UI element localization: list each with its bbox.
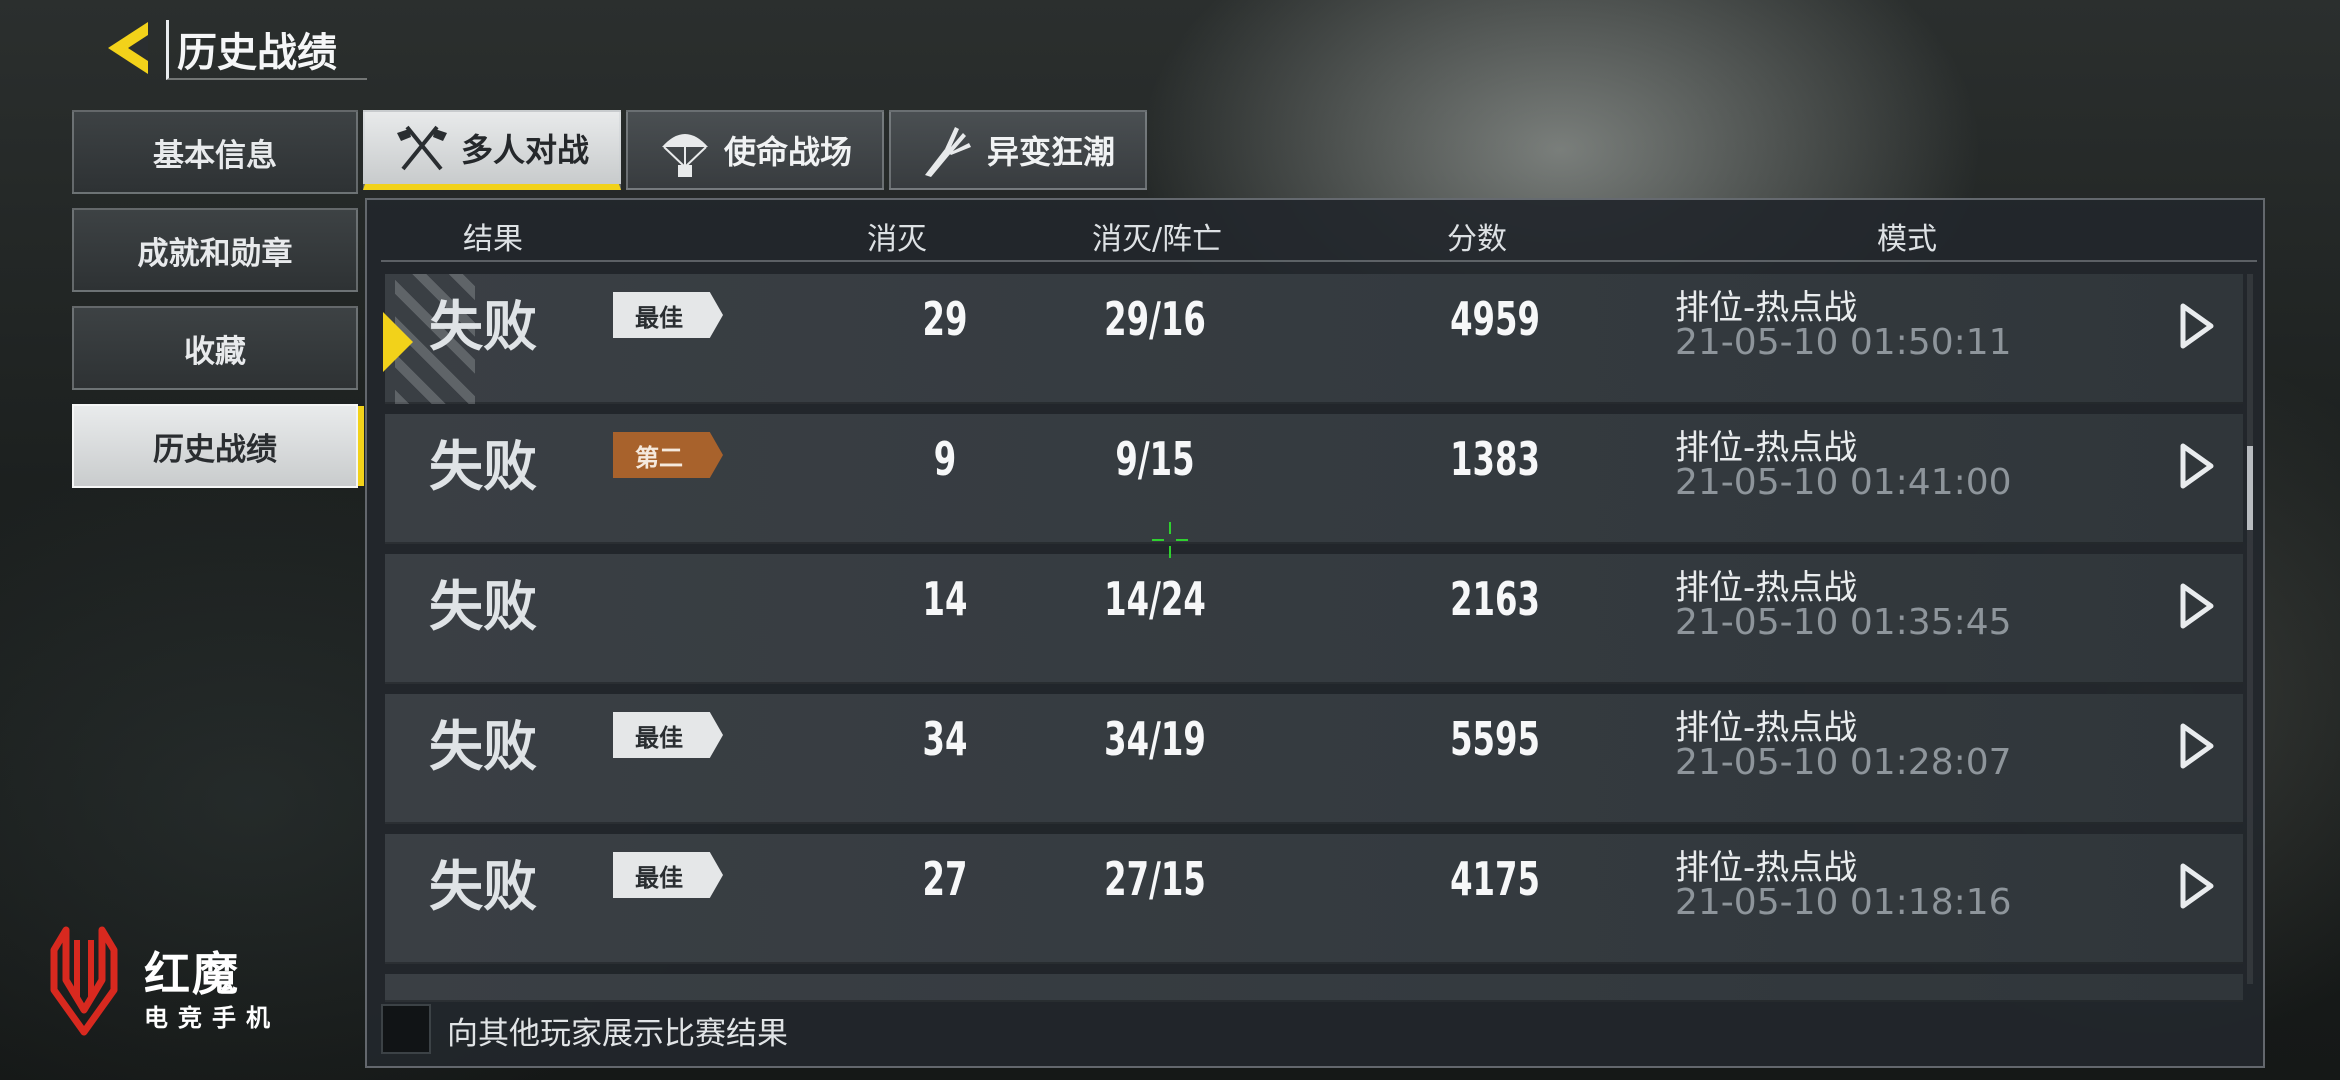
tab-battle-royale-label: 使命战场 <box>724 133 853 171</box>
result-text: 失败 <box>429 855 537 918</box>
table-row[interactable]: 失败 14 14/24 2163 排位-热点战 21-05-10 01:35:4… <box>385 554 2243 684</box>
column-header-result: 结果 <box>463 222 523 257</box>
crossed-flags-icon <box>393 119 451 177</box>
play-icon[interactable] <box>2177 862 2217 910</box>
score-value: 4959 <box>1450 292 1540 346</box>
crosshair-icon <box>1152 522 1188 558</box>
tab-multiplayer-label: 多人对战 <box>461 131 590 169</box>
match-history-panel: 结果 消灭 消灭/阵亡 分数 模式 失败 最佳 29 29/16 4959 排位… <box>365 198 2265 1068</box>
play-icon[interactable] <box>2177 582 2217 630</box>
scrollbar-track[interactable] <box>2247 274 2253 984</box>
column-header-score: 分数 <box>1447 222 1507 257</box>
timestamp: 21-05-10 01:35:45 <box>1675 602 2012 643</box>
share-results-checkbox[interactable] <box>381 1004 431 1054</box>
scrollbar-thumb[interactable] <box>2247 446 2253 530</box>
kills-value: 27 <box>922 852 968 906</box>
timestamp: 21-05-10 01:28:07 <box>1675 742 2012 783</box>
play-icon[interactable] <box>2177 722 2217 770</box>
play-icon[interactable] <box>2177 442 2217 490</box>
result-text: 失败 <box>429 715 537 778</box>
result-text: 失败 <box>429 575 537 638</box>
score-value: 2163 <box>1450 572 1540 626</box>
result-text: 失败 <box>429 435 537 498</box>
page-title: 历史战绩 <box>166 20 367 80</box>
mvp-badge: 最佳 <box>613 292 723 338</box>
result-text: 失败 <box>429 295 537 358</box>
runner-up-badge: 第二 <box>613 432 723 478</box>
table-row-partial[interactable] <box>385 974 2243 1002</box>
sidebar-item-achievements[interactable]: 成就和勋章 <box>72 208 358 292</box>
column-header-kills: 消灭 <box>867 222 927 257</box>
tab-battle-royale[interactable]: 使命战场 <box>626 110 884 190</box>
sidebar-item-basic-info[interactable]: 基本信息 <box>72 110 358 194</box>
brand-name: 红魔 <box>144 947 240 1001</box>
score-value: 4175 <box>1450 852 1540 906</box>
column-header-mode: 模式 <box>1877 222 1937 257</box>
tab-multiplayer[interactable]: 多人对战 <box>363 110 621 190</box>
timestamp: 21-05-10 01:41:00 <box>1675 462 2012 503</box>
kd-value: 29/16 <box>1104 292 1206 346</box>
table-row[interactable]: 失败 最佳 27 27/15 4175 排位-热点战 21-05-10 01:1… <box>385 834 2243 964</box>
play-icon[interactable] <box>2177 302 2217 350</box>
back-arrow-icon <box>108 22 148 74</box>
parachute-icon <box>656 121 714 179</box>
sidebar-item-collection[interactable]: 收藏 <box>72 306 358 390</box>
timestamp: 21-05-10 01:18:16 <box>1675 882 2012 923</box>
selected-row-marker <box>383 312 413 372</box>
table-row[interactable]: 失败 最佳 29 29/16 4959 排位-热点战 21-05-10 01:5… <box>383 274 2243 404</box>
score-value: 5595 <box>1450 712 1540 766</box>
kills-value: 34 <box>922 712 968 766</box>
column-header-kd: 消灭/阵亡 <box>1092 222 1223 257</box>
kd-value: 34/19 <box>1104 712 1206 766</box>
kd-value: 9/15 <box>1115 432 1195 486</box>
kd-value: 14/24 <box>1104 572 1206 626</box>
header-divider <box>381 260 2257 262</box>
table-row[interactable]: 失败 最佳 34 34/19 5595 排位-热点战 21-05-10 01:2… <box>385 694 2243 824</box>
sidebar: 基本信息 成就和勋章 收藏 历史战绩 <box>72 110 364 502</box>
share-results-label: 向其他玩家展示比赛结果 <box>447 1016 788 1052</box>
claw-arm-icon <box>919 121 977 179</box>
tab-undead-siege[interactable]: 异变狂潮 <box>889 110 1147 190</box>
mvp-badge: 最佳 <box>613 852 723 898</box>
brand-subtitle: 电竞手机 <box>144 1004 280 1032</box>
back-button[interactable] <box>104 16 168 80</box>
table-row[interactable]: 失败 第二 9 9/15 1383 排位-热点战 21-05-10 01:41:… <box>385 414 2243 544</box>
match-list: 失败 最佳 29 29/16 4959 排位-热点战 21-05-10 01:5… <box>383 274 2243 1002</box>
kills-value: 29 <box>922 292 968 346</box>
kills-value: 14 <box>922 572 968 626</box>
mode-tabs: 多人对战 使命战场 异变狂潮 <box>363 110 1152 190</box>
kills-value: 9 <box>933 432 957 486</box>
kd-value: 27/15 <box>1104 852 1206 906</box>
tab-undead-siege-label: 异变狂潮 <box>987 133 1116 171</box>
timestamp: 21-05-10 01:50:11 <box>1675 322 2012 363</box>
mvp-badge: 最佳 <box>613 712 723 758</box>
score-value: 1383 <box>1450 432 1540 486</box>
sidebar-item-match-history[interactable]: 历史战绩 <box>72 404 364 488</box>
